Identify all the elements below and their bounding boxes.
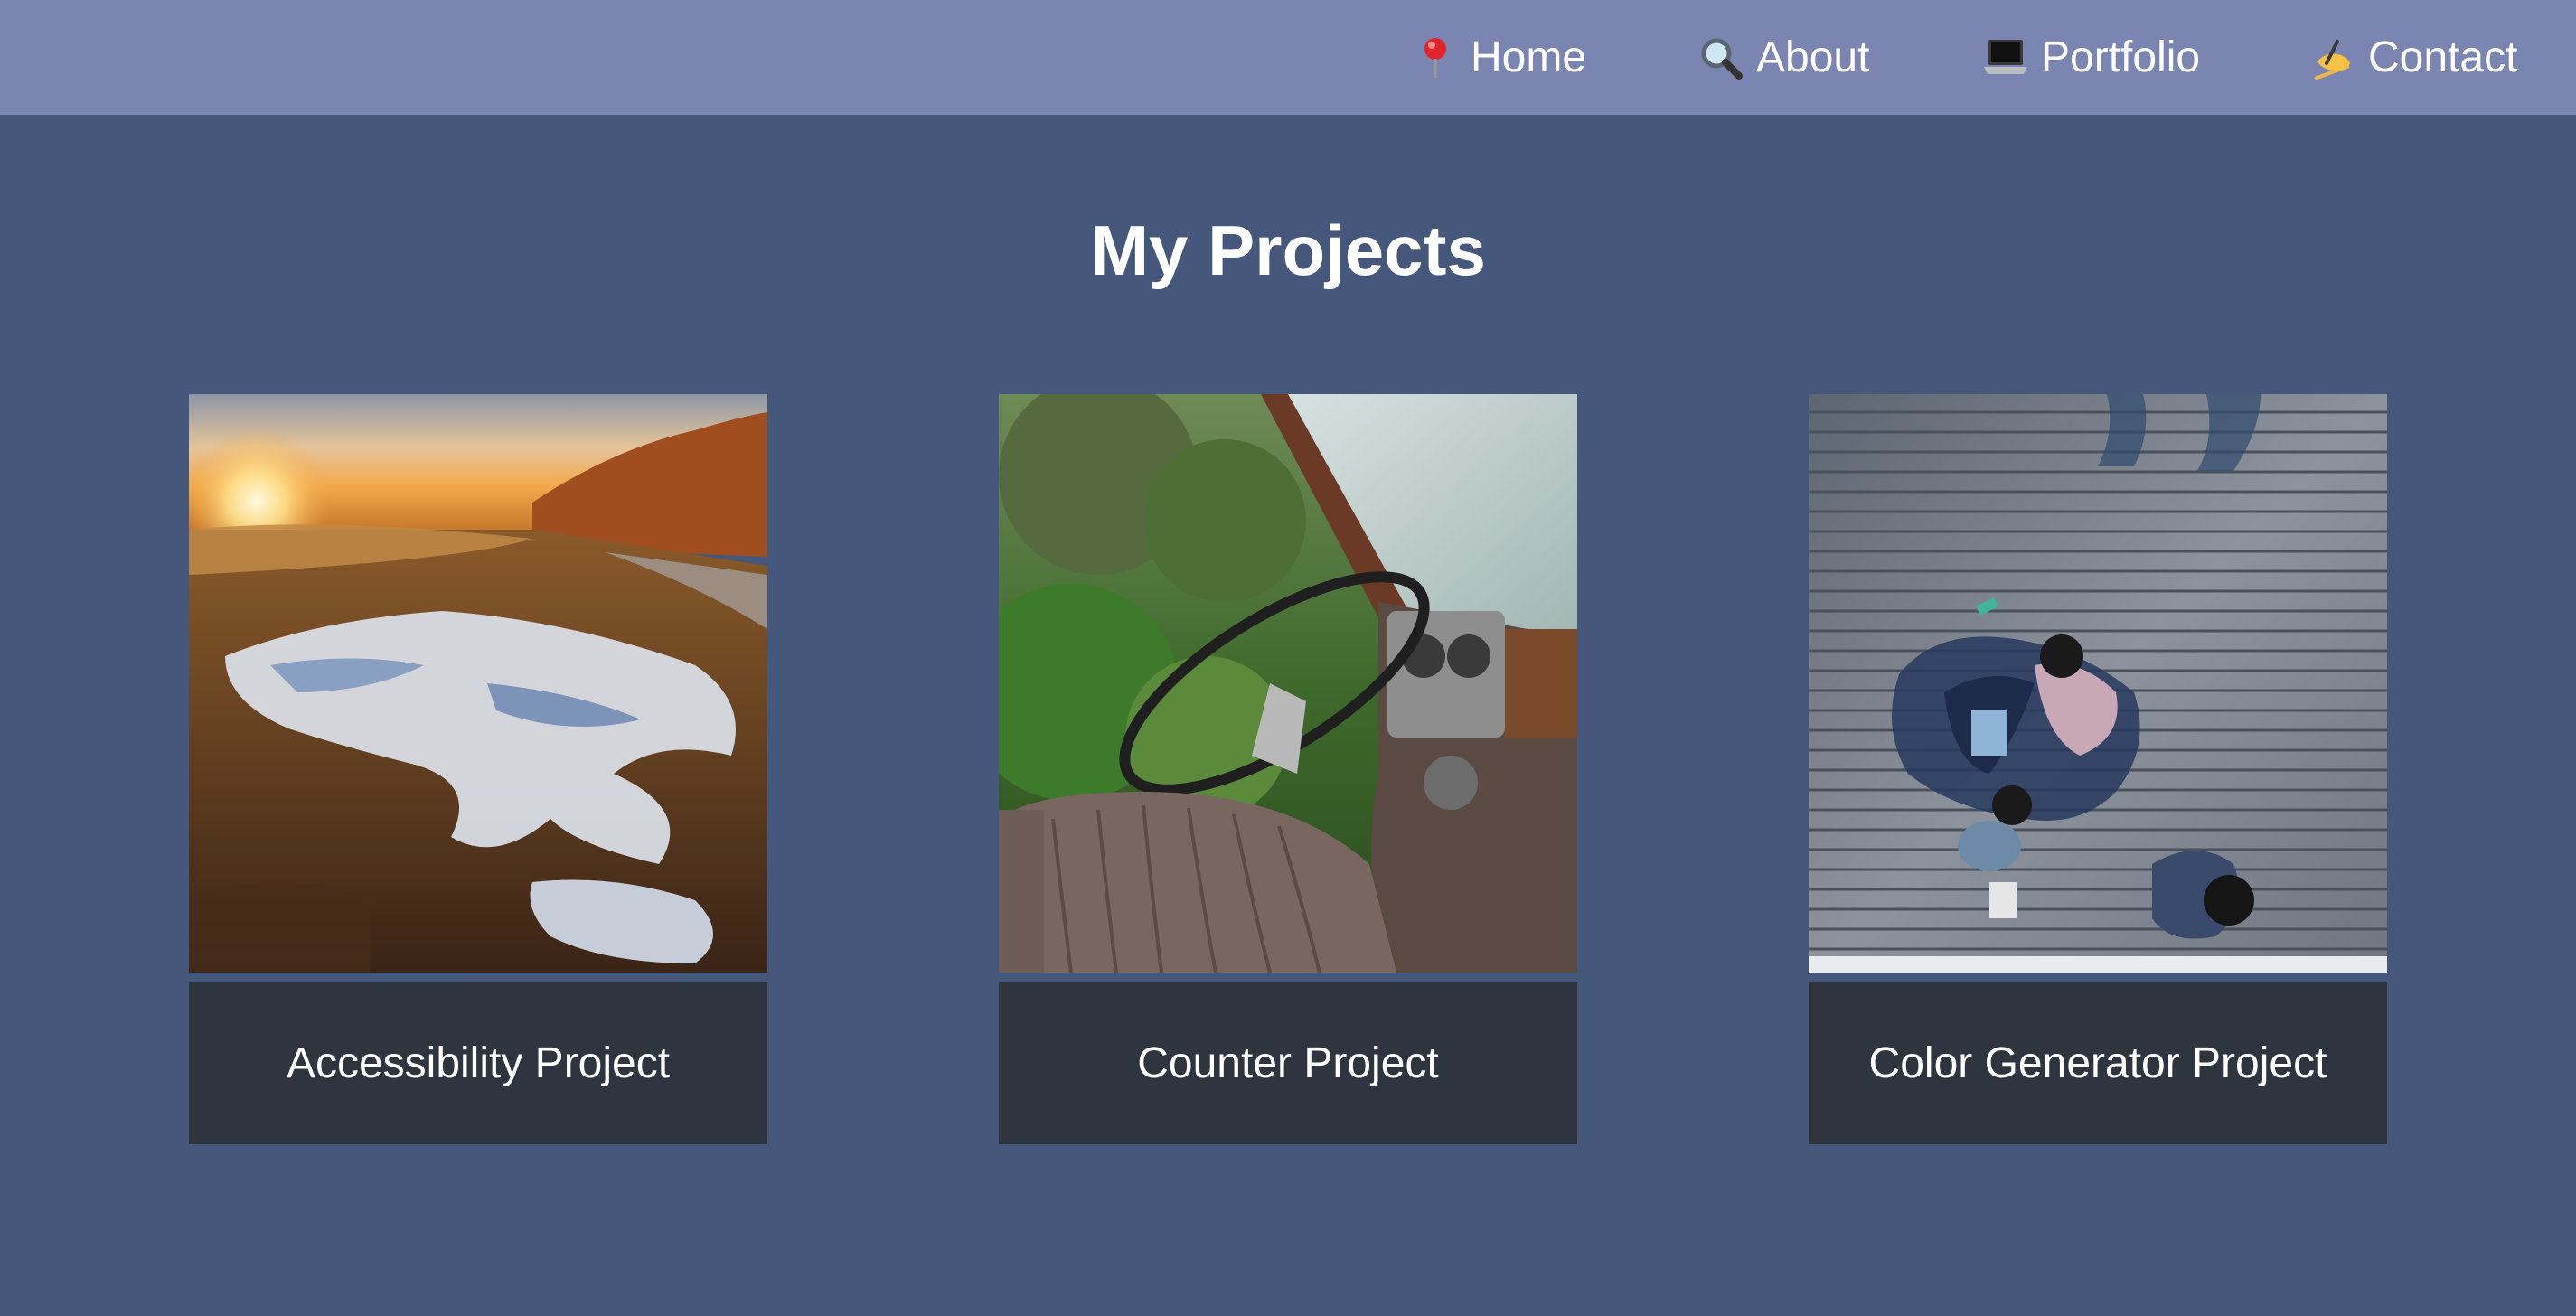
nav-about-link[interactable]: About xyxy=(1698,0,1869,115)
project-caption[interactable]: Counter Project xyxy=(999,982,1577,1144)
pin-icon xyxy=(1413,35,1458,80)
nav-portfolio-link[interactable]: Portfolio xyxy=(1983,0,2200,115)
page-title: My Projects xyxy=(1090,211,1486,290)
nav-portfolio-label: Portfolio xyxy=(2041,33,2201,81)
project-caption[interactable]: Accessibility Project xyxy=(189,982,767,1144)
top-navbar: Home About Portfolio Contact xyxy=(0,0,2576,115)
people-on-boardwalk-photo[interactable] xyxy=(1809,394,2387,973)
nav-home-link[interactable]: Home xyxy=(1413,0,1586,115)
laptop-icon xyxy=(1983,35,2028,80)
nav-home-label: Home xyxy=(1471,33,1587,81)
sunset-puddle-road-photo[interactable] xyxy=(189,394,767,973)
abandoned-truck-interior-photo[interactable] xyxy=(999,394,1577,973)
nav-contact-link[interactable]: Contact xyxy=(2310,0,2517,115)
magnifier-icon xyxy=(1698,35,1744,80)
project-caption[interactable]: Color Generator Project xyxy=(1809,982,2387,1144)
nav-contact-label: Contact xyxy=(2368,33,2518,81)
writing-hand-icon xyxy=(2310,35,2355,80)
nav-about-label: About xyxy=(1756,33,1870,81)
